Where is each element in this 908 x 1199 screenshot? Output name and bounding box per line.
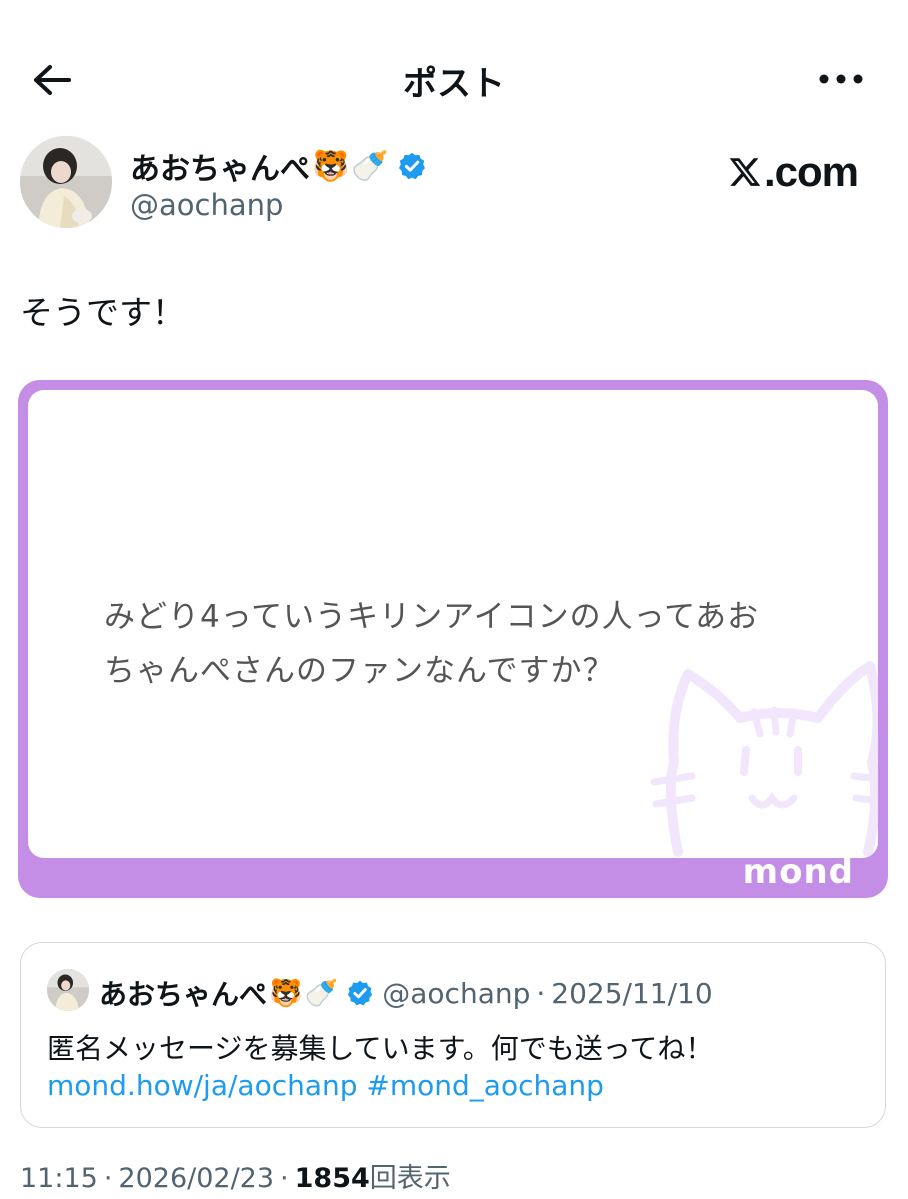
baby-bottle-emoji: 🍼	[351, 148, 389, 184]
author-display-name: あおちゃんぺ	[130, 152, 310, 187]
card-body: みどり4っていうキリンアイコンの人ってあお ちゃんぺさんのファンなんですか？	[28, 390, 878, 858]
quoted-text: 匿名メッセージを募集しています。何でも送ってね！	[47, 1032, 714, 1065]
tiger-emoji: 🐯	[269, 978, 303, 1009]
quoted-display-name: あおちゃんぺ	[99, 978, 268, 1011]
top-bar: ポスト	[0, 0, 908, 150]
x-com-text: .com	[764, 148, 859, 195]
hashtag-link[interactable]: #mond_aochanp	[366, 1069, 604, 1102]
more-button[interactable]	[814, 62, 868, 96]
cat-illustration-icon	[650, 661, 878, 857]
separator-dot: ·	[280, 1163, 289, 1194]
mond-logo: mond	[742, 852, 854, 892]
baby-bottle-emoji: 🍼	[304, 978, 339, 1009]
avatar[interactable]	[20, 136, 112, 228]
more-horizontal-icon	[819, 74, 863, 84]
post-date[interactable]: 2026/02/23	[118, 1163, 274, 1194]
post-text: そうです！	[20, 293, 185, 332]
post-meta: 11:15 · 2026/02/23 · 1854回表示	[20, 1156, 451, 1195]
views-label: 回表示	[369, 1163, 451, 1194]
x-logo-icon	[729, 158, 761, 186]
attached-image-card[interactable]: みどり4っていうキリンアイコンの人ってあお ちゃんぺさんのファンなんですか？ m…	[18, 380, 888, 898]
author-name[interactable]: あおちゃんぺ 🐯 🍼	[130, 144, 427, 188]
quoted-header: あおちゃんぺ 🐯 🍼 @aochanp · 2025/11/10	[99, 973, 713, 1013]
quoted-post[interactable]: あおちゃんぺ 🐯 🍼 @aochanp · 2025/11/10 匿名メッセージ…	[20, 942, 886, 1128]
post-author: あおちゃんぺ 🐯 🍼 @aochanp .com	[20, 136, 890, 236]
verified-badge-icon	[346, 979, 374, 1007]
author-handle[interactable]: @aochanp	[130, 188, 283, 222]
question-line-1: みどり4っていうキリンアイコンの人ってあお	[104, 599, 760, 635]
mond-link[interactable]: mond.how/ja/aochanp	[47, 1069, 358, 1102]
separator-dot: ·	[103, 1163, 113, 1194]
view-count[interactable]: 1854	[295, 1163, 370, 1194]
post-time[interactable]: 11:15	[20, 1163, 98, 1194]
tiger-emoji: 🐯	[312, 148, 350, 184]
verified-badge-icon	[397, 151, 427, 181]
quoted-date: 2025/11/10	[551, 976, 713, 1010]
quoted-handle: @aochanp	[382, 976, 531, 1010]
page-title: ポスト	[403, 64, 505, 104]
separator-dot: ·	[536, 976, 546, 1010]
x-com-watermark: .com	[728, 148, 859, 196]
quoted-links: mond.how/ja/aochanp #mond_aochanp	[47, 1069, 604, 1102]
quoted-avatar	[47, 969, 89, 1011]
